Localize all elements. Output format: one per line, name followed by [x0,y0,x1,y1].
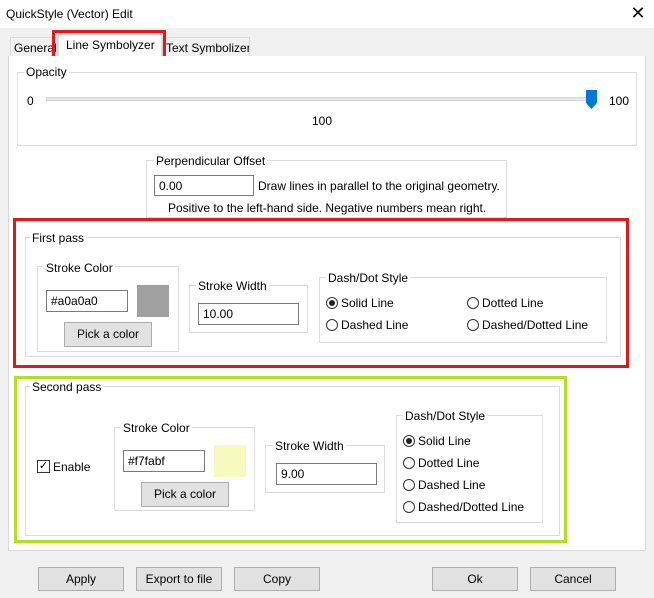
opacity-slider-track[interactable] [46,97,596,101]
first-radio-solid-label: Solid Line [341,296,394,310]
enable-checkbox[interactable]: ✓ [37,460,50,473]
second-radio-dashdot[interactable] [403,501,415,513]
first-dash-style-group [319,277,607,343]
opacity-max-label: 100 [609,94,630,108]
export-to-file-button[interactable]: Export to file [136,567,222,591]
first-color-input[interactable]: #a0a0a0 [46,290,128,312]
second-pass-label: Second pass [30,380,104,394]
second-radio-dotted-label: Dotted Line [418,456,480,470]
second-width-input[interactable]: 9.00 [276,463,377,485]
offset-hint-2: Positive to the left-hand side. Negative… [168,201,487,215]
window-title: QuickStyle (Vector) Edit [6,7,133,21]
first-stroke-color-label: Stroke Color [44,261,115,275]
offset-input[interactable]: 0.00 [154,175,254,196]
second-color-input[interactable]: #f7fabf [123,450,205,472]
close-icon[interactable]: ✕ [628,3,648,23]
first-radio-dotted[interactable] [467,297,479,309]
first-radio-dashdot[interactable] [467,319,479,331]
opacity-label: Opacity [24,65,69,79]
second-radio-solid[interactable] [403,435,415,447]
second-radio-dotted[interactable] [403,457,415,469]
opacity-slider-thumb[interactable] [586,90,597,109]
first-dash-style-label: Dash/Dot Style [326,271,411,285]
opacity-value-label: 100 [312,114,333,128]
opacity-group [17,72,637,146]
second-radio-dashed-label: Dashed Line [418,478,486,492]
second-radio-solid-label: Solid Line [418,434,471,448]
first-radio-dashed-label: Dashed Line [341,318,409,332]
tab-text-symbolizer[interactable]: Text Symbolizer [162,37,250,57]
first-radio-dashdot-label: Dashed/Dotted Line [482,318,589,332]
first-stroke-width-label: Stroke Width [196,279,269,293]
first-pick-color-button[interactable]: Pick a color [64,322,152,347]
apply-button[interactable]: Apply [38,567,124,591]
second-stroke-color-label: Stroke Color [121,421,192,435]
second-pick-color-button[interactable]: Pick a color [141,482,229,507]
first-radio-solid[interactable] [326,297,338,309]
tab-general[interactable]: General [10,37,58,57]
second-radio-dashdot-label: Dashed/Dotted Line [418,500,525,514]
offset-hint-1: Draw lines in parallel to the original g… [258,179,500,193]
first-color-swatch [137,285,169,317]
second-radio-dashed[interactable] [403,479,415,491]
first-radio-dotted-label: Dotted Line [482,296,544,310]
first-pass-label: First pass [30,231,87,245]
offset-label: Perpendicular Offset [154,154,268,168]
cancel-button[interactable]: Cancel [530,567,616,591]
opacity-min-label: 0 [27,94,34,108]
copy-button[interactable]: Copy [234,567,320,591]
enable-label: Enable [53,460,91,474]
second-color-swatch [214,445,246,477]
first-width-input[interactable]: 10.00 [198,303,299,325]
second-dash-style-label: Dash/Dot Style [403,409,488,423]
first-radio-dashed[interactable] [326,319,338,331]
ok-button[interactable]: Ok [432,567,518,591]
second-stroke-width-label: Stroke Width [273,439,346,453]
